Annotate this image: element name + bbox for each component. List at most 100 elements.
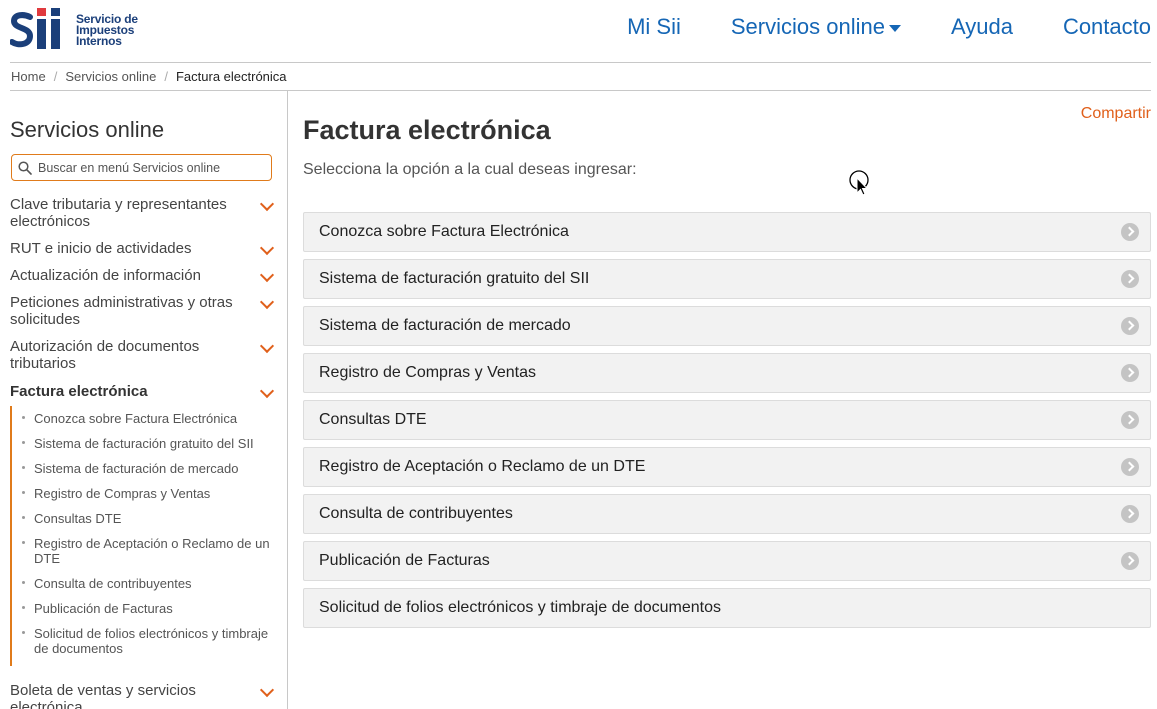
sidebar-section-label: Factura electrónica xyxy=(10,383,148,400)
submenu-item[interactable]: Registro de Aceptación o Reclamo de un D… xyxy=(22,536,272,566)
bullet-icon xyxy=(22,491,25,494)
option-label: Publicación de Facturas xyxy=(319,552,490,569)
submenu-item-label: Solicitud de folios electrónicos y timbr… xyxy=(34,626,269,656)
option-registro-compras-ventas[interactable]: Registro de Compras y Ventas xyxy=(303,353,1151,393)
sidebar-search xyxy=(11,154,272,181)
logo-line: Internos xyxy=(76,34,122,48)
option-publicacion-facturas[interactable]: Publicación de Facturas xyxy=(303,541,1151,581)
chevron-right-icon xyxy=(1121,458,1139,476)
submenu-item[interactable]: Consultas DTE xyxy=(22,511,272,526)
breadcrumb-current: Factura electrónica xyxy=(175,69,287,84)
sii-logo[interactable]: Servicio de Impuestos Internos xyxy=(10,5,145,53)
sidebar-section-autorizacion[interactable]: Autorización de documentos tributarios xyxy=(10,338,278,372)
divider xyxy=(10,62,1151,63)
nav-contacto[interactable]: Contacto xyxy=(1063,14,1151,40)
option-label: Conozca sobre Factura Electrónica xyxy=(319,223,569,240)
header: Servicio de Impuestos Internos Mi Sii Se… xyxy=(0,0,1157,62)
option-registro-aceptacion[interactable]: Registro de Aceptación o Reclamo de un D… xyxy=(303,447,1151,487)
submenu-item[interactable]: Publicación de Facturas xyxy=(22,601,272,616)
sidebar-section-clave-tributaria[interactable]: Clave tributaria y representantes electr… xyxy=(10,196,278,230)
sidebar-title: Servicios online xyxy=(10,117,165,142)
share-link[interactable]: Compartir xyxy=(1081,105,1151,123)
submenu-item-label: Publicación de Facturas xyxy=(34,601,173,616)
breadcrumb: Home / Servicios online / Factura electr… xyxy=(11,69,287,84)
nav-mi-sii[interactable]: Mi Sii xyxy=(627,14,681,40)
option-facturacion-gratuito[interactable]: Sistema de facturación gratuito del SII xyxy=(303,259,1151,299)
nav-servicios-online-label: Servicios online xyxy=(730,14,885,39)
submenu-item[interactable]: Sistema de facturación gratuito del SII xyxy=(22,436,272,451)
option-consulta-contribuyentes[interactable]: Consulta de contribuyentes xyxy=(303,494,1151,534)
sidebar-section-label: Boleta de ventas y servicios electrónica xyxy=(10,682,196,709)
option-label: Solicitud de folios electrónicos y timbr… xyxy=(319,599,721,616)
mouse-cursor-icon xyxy=(849,170,869,196)
nav-ayuda[interactable]: Ayuda xyxy=(951,14,1013,40)
chevron-right-icon xyxy=(1121,505,1139,523)
breadcrumb-servicios-online[interactable]: Servicios online xyxy=(65,69,156,84)
sidebar-section-boleta[interactable]: Boleta de ventas y servicios electrónica xyxy=(10,682,278,709)
bullet-icon xyxy=(22,441,25,444)
submenu-item-label: Registro de Compras y Ventas xyxy=(34,486,211,501)
bullet-icon xyxy=(22,466,25,469)
option-consultas-dte[interactable]: Consultas DTE xyxy=(303,400,1151,440)
breadcrumb-separator: / xyxy=(53,69,58,84)
submenu-item[interactable]: Registro de Compras y Ventas xyxy=(22,486,272,501)
option-facturacion-mercado[interactable]: Sistema de facturación de mercado xyxy=(303,306,1151,346)
sidebar-section-actualizacion[interactable]: Actualización de información xyxy=(10,267,278,284)
option-conozca-factura[interactable]: Conozca sobre Factura Electrónica xyxy=(303,212,1151,252)
bullet-icon xyxy=(22,631,25,634)
sidebar-section-label: Actualización de información xyxy=(10,267,201,284)
sidebar-section-label: Clave tributaria y representantes electr… xyxy=(10,196,227,230)
sidebar-section-peticiones[interactable]: Peticiones administrativas y otras solic… xyxy=(10,294,278,328)
sidebar-submenu: Conozca sobre Factura Electrónica Sistem… xyxy=(10,406,278,666)
bullet-icon xyxy=(22,516,25,519)
breadcrumb-home[interactable]: Home xyxy=(11,69,46,84)
bullet-icon xyxy=(22,541,25,544)
nav-servicios-online[interactable]: Servicios online xyxy=(731,14,901,40)
chevron-right-icon xyxy=(1121,223,1139,241)
chevron-down-icon xyxy=(259,338,275,354)
submenu-item[interactable]: Consulta de contribuyentes xyxy=(22,576,272,591)
option-label: Registro de Compras y Ventas xyxy=(319,364,536,381)
sidebar-section-factura-electronica[interactable]: Factura electrónica xyxy=(10,383,278,400)
sidebar-section-rut[interactable]: RUT e inicio de actividades xyxy=(10,240,278,257)
bullet-icon xyxy=(22,416,25,419)
submenu-item-label: Conozca sobre Factura Electrónica xyxy=(34,411,238,426)
top-nav: Mi Sii Servicios online Ayuda Contacto xyxy=(577,14,1151,40)
option-solicitud-folios[interactable]: Solicitud de folios electrónicos y timbr… xyxy=(303,588,1151,628)
sidebar-section-label: RUT e inicio de actividades xyxy=(10,240,192,257)
caret-down-icon xyxy=(888,24,901,32)
submenu-item[interactable]: Solicitud de folios electrónicos y timbr… xyxy=(22,626,272,656)
chevron-down-icon xyxy=(259,294,275,310)
chevron-down-icon xyxy=(259,267,275,283)
submenu-item[interactable]: Conozca sobre Factura Electrónica xyxy=(22,411,272,426)
sidebar-search-input[interactable] xyxy=(38,160,258,175)
bullet-icon xyxy=(22,581,25,584)
sidebar-section-label: Autorización de documentos tributarios xyxy=(10,338,200,372)
option-label: Registro de Aceptación o Reclamo de un D… xyxy=(319,458,646,475)
chevron-down-icon xyxy=(259,196,275,212)
breadcrumb-separator: / xyxy=(164,69,168,84)
submenu-item[interactable]: Sistema de facturación de mercado xyxy=(22,461,272,476)
submenu-item-label: Sistema de facturación gratuito del SII xyxy=(34,436,254,451)
search-icon xyxy=(18,160,32,175)
submenu-item-label: Registro de Aceptación o Reclamo de un D… xyxy=(34,536,270,566)
submenu-item-label: Consulta de contribuyentes xyxy=(34,576,192,591)
sii-logo-icon xyxy=(10,8,60,49)
option-label: Sistema de facturación de mercado xyxy=(319,317,571,334)
bullet-icon xyxy=(22,606,25,609)
sidebar-section-label: Peticiones administrativas y otras solic… xyxy=(10,294,233,328)
chevron-down-icon xyxy=(259,682,275,698)
option-label: Consultas DTE xyxy=(319,411,427,428)
chevron-right-icon xyxy=(1121,317,1139,335)
chevron-down-icon xyxy=(259,383,275,399)
submenu-item-label: Consultas DTE xyxy=(34,511,122,526)
chevron-right-icon xyxy=(1121,270,1139,288)
logo-text: Servicio de Impuestos Internos xyxy=(76,13,138,48)
page-title: Factura electrónica xyxy=(303,115,551,145)
chevron-right-icon xyxy=(1121,552,1139,570)
chevron-down-icon xyxy=(259,240,275,256)
option-label: Sistema de facturación gratuito del SII xyxy=(319,270,590,287)
chevron-right-icon xyxy=(1121,364,1139,382)
submenu-item-label: Sistema de facturación de mercado xyxy=(34,461,239,476)
chevron-right-icon xyxy=(1121,411,1139,429)
